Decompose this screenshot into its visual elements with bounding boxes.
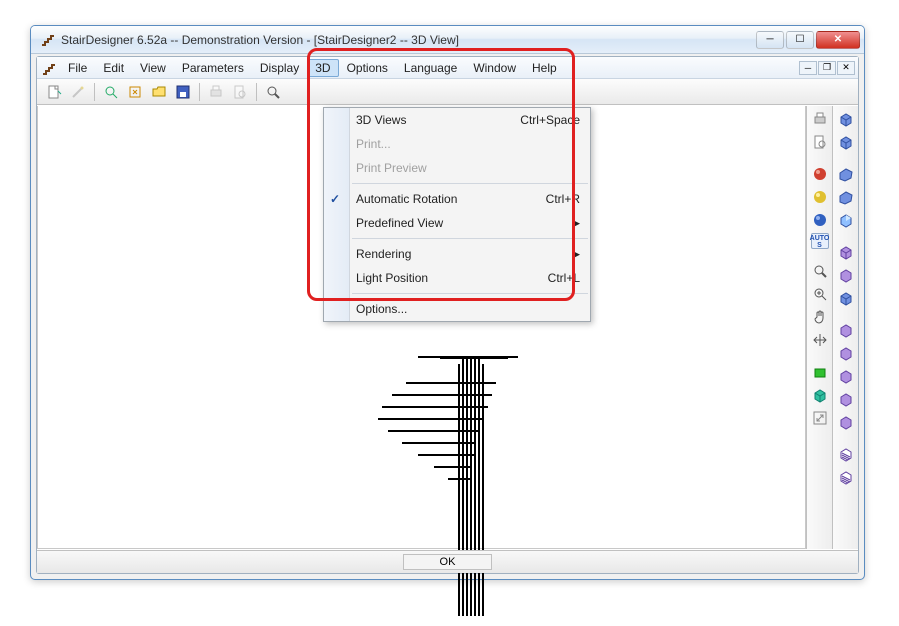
pan-icon[interactable] xyxy=(810,330,830,350)
menu-language[interactable]: Language xyxy=(396,59,465,77)
autos-icon[interactable]: AUTOS xyxy=(811,233,829,249)
menu-separator xyxy=(352,183,588,184)
menu-separator xyxy=(352,238,588,239)
menu-item-shortcut: Ctrl+L xyxy=(548,271,580,285)
cube-blue-icon[interactable] xyxy=(836,109,856,129)
outer-titlebar: StairDesigner 6.52a -- Demonstration Ver… xyxy=(31,26,864,54)
submenu-arrow-icon: ▶ xyxy=(573,218,580,229)
save-icon[interactable] xyxy=(172,81,194,103)
menu-display[interactable]: Display xyxy=(252,59,307,77)
cube-purple-icon[interactable] xyxy=(836,366,856,386)
cube-purple-icon[interactable] xyxy=(836,242,856,262)
menu-item-rendering[interactable]: Rendering ▶ xyxy=(324,242,590,266)
cube-purple-icon[interactable] xyxy=(836,320,856,340)
cube-blue-icon[interactable] xyxy=(836,132,856,152)
minimize-button[interactable]: ─ xyxy=(756,31,784,49)
cube-purple-icon[interactable] xyxy=(836,389,856,409)
hand-icon[interactable] xyxy=(810,307,830,327)
menu-3d[interactable]: 3D xyxy=(307,59,338,77)
menubar: File Edit View Parameters Display 3D Opt… xyxy=(37,57,858,79)
doc-preview-icon[interactable] xyxy=(810,132,830,152)
mdi-minimize-button[interactable]: ─ xyxy=(799,61,817,75)
cube-purple-icon[interactable] xyxy=(836,412,856,432)
mdi-close-button[interactable]: ✕ xyxy=(837,61,855,75)
cube-blue-icon[interactable] xyxy=(836,288,856,308)
new-doc-icon[interactable] xyxy=(43,81,65,103)
cube-purple-icon[interactable] xyxy=(836,343,856,363)
zoom-in-icon[interactable] xyxy=(810,284,830,304)
right-toolbar-b xyxy=(832,106,858,549)
hatch-cube-icon[interactable] xyxy=(836,467,856,487)
close-button[interactable]: ✕ xyxy=(816,31,860,49)
print-icon[interactable] xyxy=(810,109,830,129)
check-icon: ✓ xyxy=(330,192,340,206)
cube-hi-icon[interactable] xyxy=(836,210,856,230)
cube-purple-icon[interactable] xyxy=(836,265,856,285)
maximize-button[interactable]: ☐ xyxy=(786,31,814,49)
menu-item-print-preview: Print Preview xyxy=(324,156,590,180)
main-toolbar xyxy=(37,79,858,105)
box-teal-icon[interactable] xyxy=(810,385,830,405)
outer-window: StairDesigner 6.52a -- Demonstration Ver… xyxy=(30,25,865,580)
zoom-icon[interactable] xyxy=(262,81,284,103)
right-toolbar-a: AUTOS xyxy=(806,106,832,549)
mdi-controls: ─ ❐ ✕ xyxy=(799,61,858,75)
cube-skew-icon[interactable] xyxy=(836,187,856,207)
mdi-restore-button[interactable]: ❐ xyxy=(818,61,836,75)
window-title: StairDesigner 6.52a -- Demonstration Ver… xyxy=(61,33,756,47)
sphere-yellow-icon[interactable] xyxy=(810,187,830,207)
search-icon[interactable] xyxy=(810,261,830,281)
app-icon xyxy=(40,32,56,48)
zoom-reset-icon[interactable] xyxy=(100,81,122,103)
box-green-icon[interactable] xyxy=(810,362,830,382)
menu-file[interactable]: File xyxy=(60,59,95,77)
menu-item-options[interactable]: Options... xyxy=(324,297,590,321)
toolbar-separator xyxy=(94,83,95,101)
menu-item-print: Print... xyxy=(324,132,590,156)
sphere-blue-icon[interactable] xyxy=(810,210,830,230)
menu-help[interactable]: Help xyxy=(524,59,565,77)
toolbar-separator xyxy=(256,83,257,101)
wand-icon[interactable] xyxy=(67,81,89,103)
menu-window[interactable]: Window xyxy=(465,59,524,77)
statusbar: OK xyxy=(37,550,858,573)
window-controls: ─ ☐ ✕ xyxy=(756,31,860,49)
mdi-child-window: File Edit View Parameters Display 3D Opt… xyxy=(36,56,859,574)
menu-item-label: Print Preview xyxy=(356,161,427,175)
right-toolbars: AUTOS xyxy=(806,106,858,549)
menu-item-shortcut: Ctrl+Space xyxy=(520,113,580,127)
menu-item-label: Rendering xyxy=(356,247,411,261)
menu-item-label: Options... xyxy=(356,302,407,316)
3d-menu-dropdown: 3D Views Ctrl+Space Print... Print Previ… xyxy=(323,107,591,322)
sphere-red-icon[interactable] xyxy=(810,164,830,184)
menu-item-predefined-view[interactable]: Predefined View ▶ xyxy=(324,211,590,235)
print-icon[interactable] xyxy=(205,81,227,103)
menu-item-shortcut: Ctrl+R xyxy=(546,192,580,206)
menu-item-auto-rotation[interactable]: ✓ Automatic Rotation Ctrl+R xyxy=(324,187,590,211)
menu-edit[interactable]: Edit xyxy=(95,59,132,77)
menu-item-label: 3D Views xyxy=(356,113,406,127)
recalc-icon[interactable] xyxy=(124,81,146,103)
submenu-arrow-icon: ▶ xyxy=(573,249,580,260)
menu-view[interactable]: View xyxy=(132,59,174,77)
open-icon[interactable] xyxy=(148,81,170,103)
preview-icon[interactable] xyxy=(229,81,251,103)
menu-options[interactable]: Options xyxy=(339,59,396,77)
toolbar-separator xyxy=(199,83,200,101)
menu-item-3d-views[interactable]: 3D Views Ctrl+Space xyxy=(324,108,590,132)
menu-separator xyxy=(352,293,588,294)
menu-parameters[interactable]: Parameters xyxy=(174,59,252,77)
menu-item-light-position[interactable]: Light Position Ctrl+L xyxy=(324,266,590,290)
menu-item-label: Light Position xyxy=(356,271,428,285)
menu-item-label: Predefined View xyxy=(356,216,443,230)
doc-icon xyxy=(41,61,55,75)
menu-item-label: Automatic Rotation xyxy=(356,192,457,206)
resize-icon[interactable] xyxy=(810,408,830,428)
cube-skew-icon[interactable] xyxy=(836,164,856,184)
ok-button[interactable]: OK xyxy=(403,554,493,570)
hatch-cube-icon[interactable] xyxy=(836,444,856,464)
menu-item-label: Print... xyxy=(356,137,391,151)
